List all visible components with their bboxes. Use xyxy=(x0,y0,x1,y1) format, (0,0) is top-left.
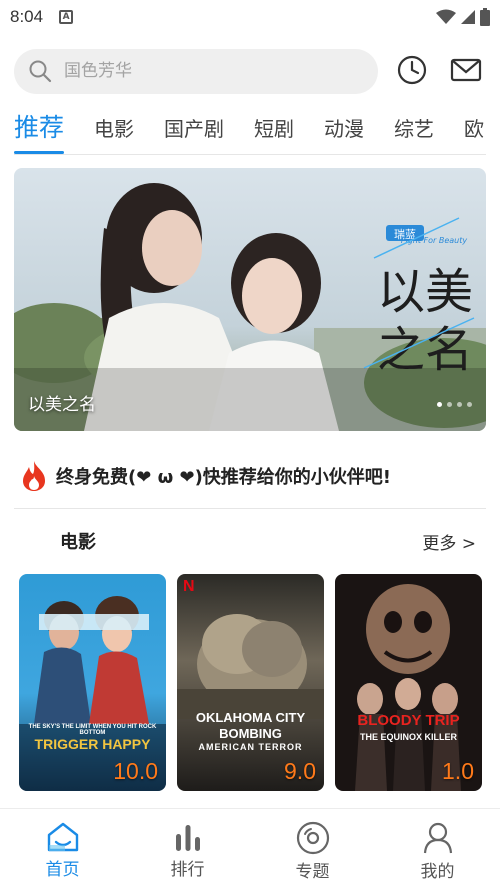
wifi-icon xyxy=(436,9,456,24)
tab-short-drama[interactable]: 短剧 xyxy=(254,113,294,154)
carousel-dot xyxy=(437,402,442,407)
movie-score: 1.0 xyxy=(442,758,474,784)
movie-card-trigger-happy[interactable]: THE SKY'S THE LIMIT WHEN YOU HIT ROCK BO… xyxy=(19,574,166,791)
netflix-badge: N xyxy=(183,578,195,595)
battery-icon xyxy=(480,8,490,26)
banner-art-title-top: 以美 xyxy=(377,264,473,320)
tab-recommend[interactable]: 推荐 xyxy=(14,108,65,154)
section-title: 电影 xyxy=(60,532,96,553)
fire-icon xyxy=(23,461,45,491)
section-divider xyxy=(14,508,486,509)
search-row xyxy=(14,48,486,94)
poster-subtitle: AMERICAN TERROR xyxy=(198,742,303,752)
poster-title: OKLAHOMA CITY BOMBING xyxy=(195,710,306,741)
nav-label: 专题 xyxy=(295,862,330,882)
poster-subtitle: THE EQUINOX KILLER xyxy=(359,732,457,742)
movie-card-bloody-trip[interactable]: BLOODY TRIP THE EQUINOX KILLER 1.0 xyxy=(335,574,482,791)
history-clock-icon[interactable] xyxy=(396,54,428,86)
carousel-dot xyxy=(447,402,452,407)
movie-score: 10.0 xyxy=(113,758,158,784)
topic-disc-icon xyxy=(296,821,329,855)
status-time: 8:04 xyxy=(10,7,44,26)
tab-variety[interactable]: 综艺 xyxy=(394,113,434,154)
bottom-navigation: 首页 排行 专题 我的 xyxy=(0,808,500,888)
nav-label: 排行 xyxy=(170,860,205,880)
tab-anime[interactable]: 动漫 xyxy=(324,113,364,154)
mail-icon[interactable] xyxy=(450,54,482,86)
nav-ranking[interactable]: 排行 xyxy=(125,809,250,888)
tab-movie[interactable]: 电影 xyxy=(94,113,134,154)
profile-icon xyxy=(423,822,452,854)
promo-text: 终身免费(❤ ω ❤)快推荐给你的小伙伴吧! xyxy=(56,467,392,488)
search-input[interactable] xyxy=(64,61,344,81)
tab-domestic-drama[interactable]: 国产剧 xyxy=(164,113,224,154)
app-screen: 8:04 A 推荐 电影 国产剧 短剧 动漫 综 xyxy=(0,0,500,888)
tabs-divider xyxy=(14,154,486,155)
ranking-icon xyxy=(175,825,200,851)
category-tabs: 推荐 电影 国产剧 短剧 动漫 综艺 欧 xyxy=(14,106,500,154)
promo-banner[interactable]: 终身免费(❤ ω ❤)快推荐给你的小伙伴吧! xyxy=(20,458,391,494)
notification-icon: A xyxy=(59,10,74,24)
nav-home[interactable]: 首页 xyxy=(0,809,125,888)
home-icon xyxy=(47,822,78,852)
movie-score: 9.0 xyxy=(284,758,316,784)
banner-carousel[interactable]: 瑞蓝 Fight For Beauty 以美 之名 以美之名 xyxy=(14,168,486,431)
carousel-indicator xyxy=(437,402,472,407)
status-indicators xyxy=(436,8,490,26)
search-icon xyxy=(29,60,52,83)
poster-title: TRIGGER HAPPY xyxy=(34,736,151,752)
banner-title: 以美之名 xyxy=(28,395,96,415)
movie-card-oklahoma-city-bombing[interactable]: N OKLAHOMA CITY BOMBING AMERICAN TERROR … xyxy=(177,574,324,791)
carousel-dot xyxy=(467,402,472,407)
more-link[interactable]: 更多 > xyxy=(422,529,476,554)
tab-western[interactable]: 欧 xyxy=(464,113,484,154)
signal-icon xyxy=(461,10,475,24)
nav-profile[interactable]: 我的 xyxy=(375,809,500,888)
poster-title: BLOODY TRIP xyxy=(357,712,460,729)
nav-topic[interactable]: 专题 xyxy=(250,809,375,888)
search-box[interactable] xyxy=(14,48,378,94)
carousel-dot xyxy=(457,402,462,407)
nav-label: 我的 xyxy=(420,862,455,882)
nav-label: 首页 xyxy=(45,860,80,880)
poster-tagline: THE SKY'S THE LIMIT WHEN YOU HIT ROCK BO… xyxy=(28,724,157,736)
status-bar: 8:04 A xyxy=(0,0,500,34)
